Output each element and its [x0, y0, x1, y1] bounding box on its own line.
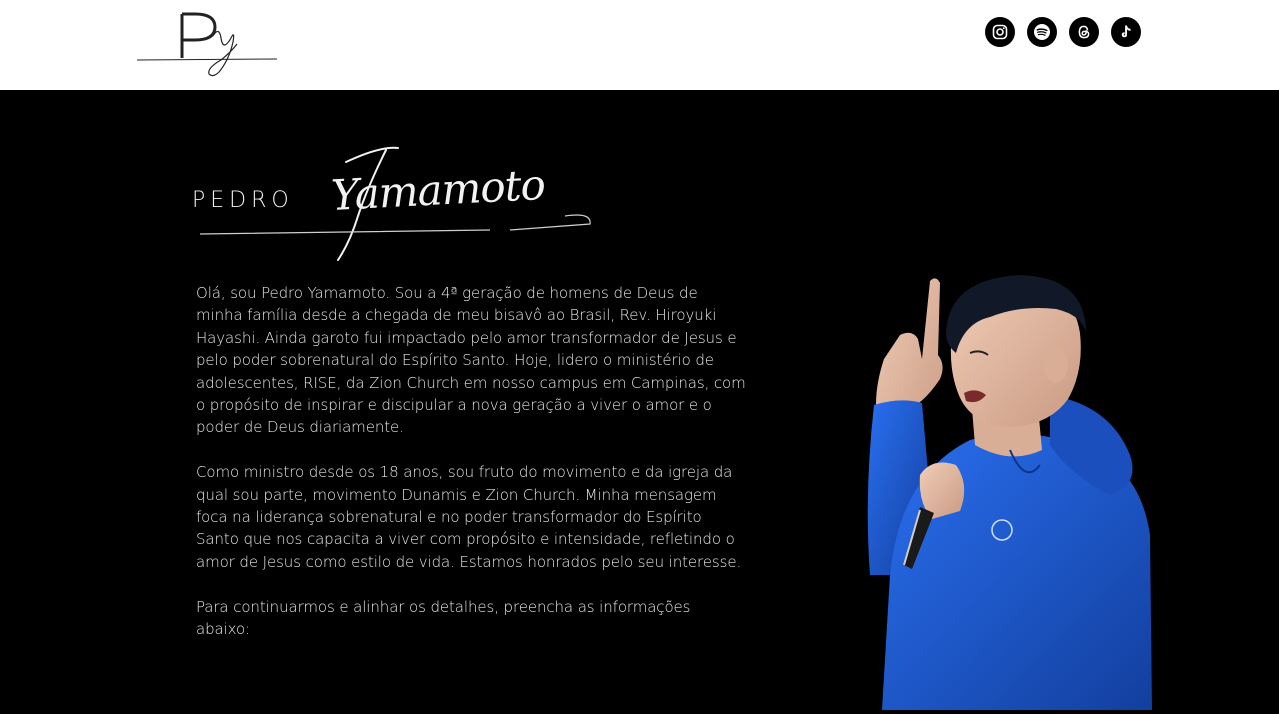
site-header	[0, 0, 1279, 90]
social-links	[985, 17, 1141, 47]
name-first: PEDRO	[192, 188, 294, 213]
instagram-icon	[992, 24, 1008, 40]
bio-paragraph-3: Para continuarmos e alinhar os detalhes,…	[196, 597, 691, 639]
page: PEDRO Yamamoto Olá, sou Pedro Yamamoto. …	[0, 0, 1279, 714]
instagram-button[interactable]	[985, 17, 1015, 47]
hero-section: PEDRO Yamamoto Olá, sou Pedro Yamamoto. …	[0, 90, 1279, 714]
bio-paragraph-1: Olá, sou Pedro Yamamoto. Sou a 4ª geraçã…	[196, 284, 746, 437]
threads-button[interactable]	[1069, 17, 1099, 47]
bio-paragraph-2: Como ministro desde os 18 anos, sou frut…	[196, 463, 742, 571]
tiktok-icon	[1121, 25, 1131, 38]
tiktok-button[interactable]	[1111, 17, 1141, 47]
site-logo[interactable]	[135, 8, 279, 80]
speaker-photo	[860, 275, 1160, 710]
bio-text: Olá, sou Pedro Yamamoto. Sou a 4ª geraçã…	[196, 282, 748, 663]
name-last: Yamamoto	[330, 160, 546, 220]
spotify-button[interactable]	[1027, 17, 1057, 47]
spotify-icon	[1034, 24, 1050, 40]
threads-icon	[1078, 25, 1090, 39]
name-logo: PEDRO Yamamoto	[190, 142, 600, 267]
